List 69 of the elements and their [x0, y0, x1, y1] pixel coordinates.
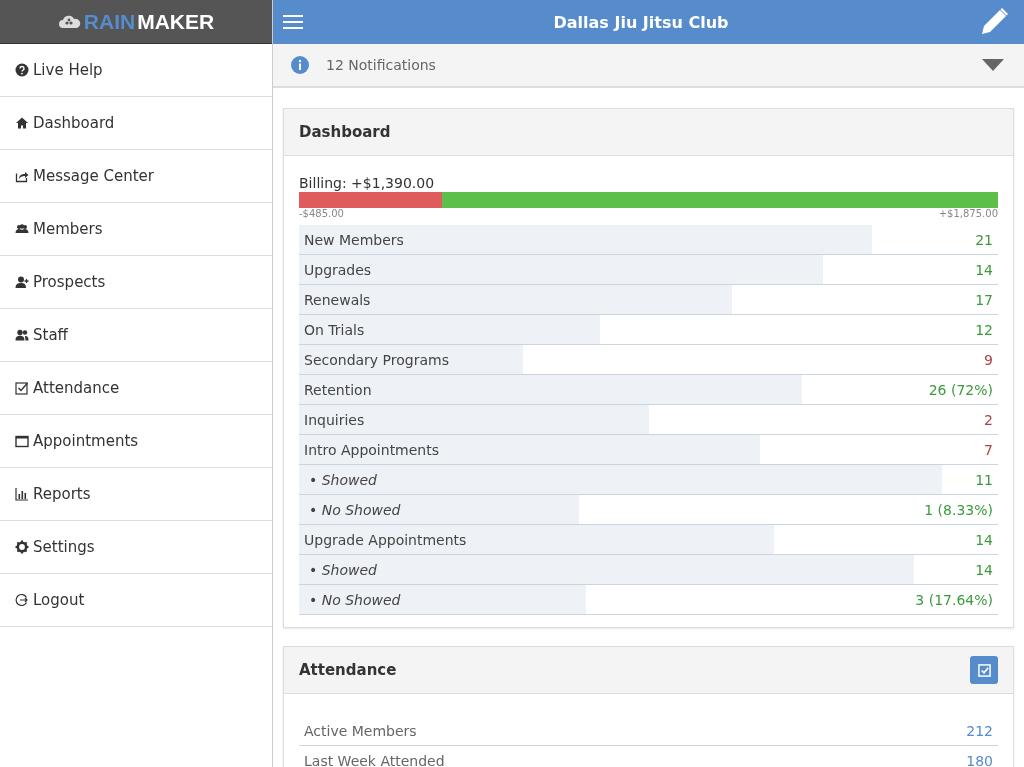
stat-label: Upgrade Appointments — [304, 531, 467, 548]
stat-value: 212 — [966, 722, 993, 739]
help-icon — [15, 63, 29, 77]
sidebar-item[interactable]: Members — [0, 203, 272, 256]
calendar-icon — [15, 434, 29, 448]
card-title: Dashboard — [299, 123, 391, 141]
stat-label: • Showed — [308, 471, 377, 488]
share-icon — [15, 169, 29, 183]
stat-label: Intro Appointments — [304, 441, 440, 458]
stat-value: 14 — [975, 561, 993, 578]
sidebar-item[interactable]: Dashboard — [0, 97, 272, 150]
scale-label: -$485.00 — [299, 208, 344, 219]
logo-text: MAKER — [137, 9, 215, 34]
sidebar-item[interactable]: Reports — [0, 468, 272, 521]
stat-label: Upgrades — [304, 261, 372, 278]
stat-value: 9 — [984, 351, 993, 368]
sidebar-item[interactable]: Attendance — [0, 362, 272, 415]
club-title: Dallas Jiu Jitsu Club — [553, 12, 729, 32]
menu-icon[interactable] — [283, 14, 303, 30]
logo-text: RAIN — [83, 9, 136, 34]
stat-label: Inquiries — [304, 411, 365, 428]
stat-value: 26 (72%) — [928, 381, 993, 398]
cloud-icon — [57, 14, 82, 29]
stat-value: 2 — [984, 411, 993, 428]
stat-value: 11 — [975, 471, 993, 488]
stat-value: 180 — [966, 752, 993, 767]
stat-label: Renewals — [304, 291, 371, 308]
group-icon — [15, 222, 29, 236]
bar-chart-icon — [15, 487, 29, 501]
stat-label: Last Week Attended — [304, 752, 445, 767]
stat-value: 14 — [975, 261, 993, 278]
stat-value: 7 — [984, 441, 993, 458]
stat-value: 1 (8.33%) — [924, 501, 993, 518]
scale-label: +$1,875.00 — [938, 208, 998, 219]
add-user-icon — [15, 275, 29, 289]
stat-label: New Members — [304, 231, 404, 248]
stat-label: Active Members — [304, 722, 417, 739]
stat-label: Retention — [304, 381, 372, 398]
sidebar-item[interactable]: Logout — [0, 574, 272, 627]
info-icon — [291, 56, 309, 74]
card-title: Attendance — [299, 661, 397, 679]
billing-label: Billing: +$1,390.00 — [299, 174, 436, 192]
sidebar-item[interactable]: Settings — [0, 521, 272, 574]
stat-value: 3 (17.64%) — [915, 591, 993, 608]
checkbox-icon — [977, 663, 991, 677]
sidebar-item[interactable]: Staff — [0, 309, 272, 362]
checkbox-icon — [15, 381, 29, 395]
sidebar-item[interactable]: Message Center — [0, 150, 272, 203]
stat-value: 17 — [975, 291, 993, 308]
notification-count: 12 Notifications — [326, 57, 437, 73]
stat-label: Secondary Programs — [304, 351, 449, 368]
pencil-icon[interactable] — [979, 7, 1009, 37]
users-icon — [15, 328, 29, 342]
stat-value: 14 — [975, 531, 993, 548]
stat-label: • No Showed — [308, 501, 401, 518]
settings-icon — [15, 540, 29, 554]
home-icon — [15, 116, 29, 130]
logout-icon — [15, 593, 29, 607]
stat-label: • Showed — [308, 561, 377, 578]
sidebar-item[interactable]: Live Help — [0, 44, 272, 97]
notification-bar[interactable]: 12 Notifications — [273, 44, 1024, 88]
stat-label: • No Showed — [308, 591, 401, 608]
stat-value: 12 — [975, 321, 993, 338]
stat-value: 21 — [975, 231, 993, 248]
sidebar-item[interactable]: Prospects — [0, 256, 272, 309]
sidebar-item[interactable]: Appointments — [0, 415, 272, 468]
stat-label: On Trials — [304, 321, 365, 338]
dropdown-caret-icon[interactable] — [982, 59, 1004, 71]
checkbox-button[interactable] — [970, 656, 998, 684]
